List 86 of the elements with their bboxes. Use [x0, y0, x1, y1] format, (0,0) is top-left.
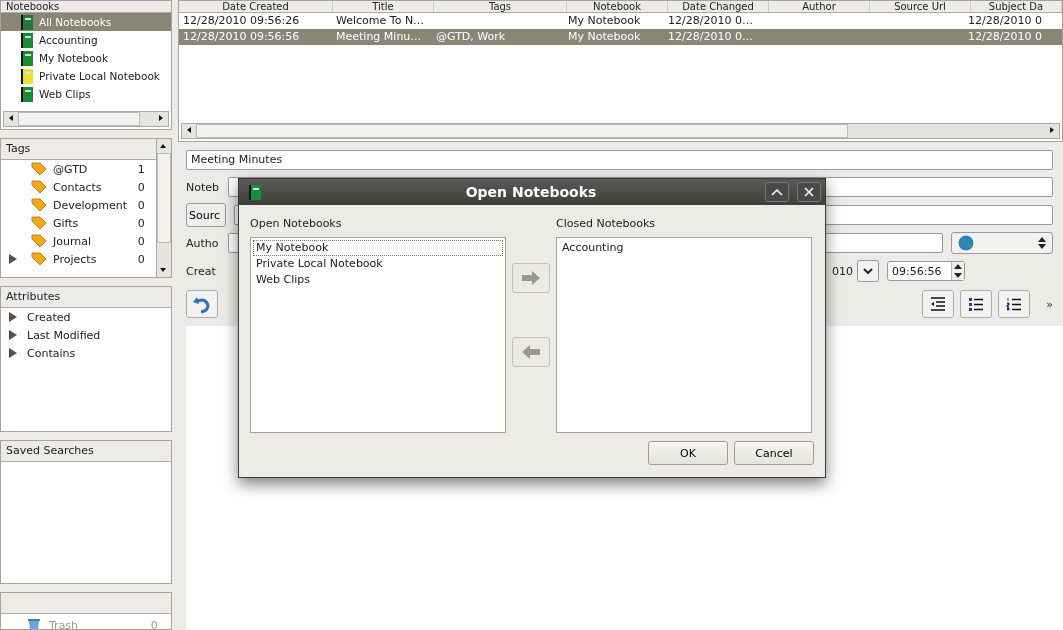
table-cell: Meeting Minu… — [336, 30, 422, 43]
table-cell: @GTD, Work — [436, 30, 506, 43]
column-header[interactable]: Subject Da — [971, 1, 1062, 12]
notebook-item[interactable]: Private Local Notebook — [1, 67, 171, 85]
more-tools-button[interactable]: » — [1046, 297, 1053, 311]
column-header[interactable]: Author — [769, 1, 870, 12]
trash-icon — [27, 618, 41, 629]
tag-icon — [31, 234, 47, 248]
list-label: Closed Notebooks — [556, 217, 657, 231]
arrow-left-icon — [521, 344, 541, 360]
tag-item[interactable]: Journal 0 — [1, 232, 156, 250]
column-header[interactable]: Notebook — [567, 1, 668, 12]
note-row[interactable]: 12/28/2010 09:56:26 Welcome To N… My Notebook 12/28/2010 0… 12/28/2010 0 — [179, 13, 1062, 29]
globe-icon — [958, 235, 974, 251]
attribute-item[interactable]: Contains — [1, 344, 171, 362]
tag-icon — [31, 180, 47, 194]
tag-icon — [31, 198, 47, 212]
notebook-item[interactable]: My Notebook — [1, 49, 171, 67]
tag-icon — [31, 252, 47, 266]
list-item[interactable]: My Notebook — [253, 240, 503, 256]
close-button[interactable] — [797, 182, 821, 202]
table-cell: My Notebook — [568, 14, 641, 27]
spinner-arrows-icon — [954, 263, 962, 279]
attribute-item[interactable]: Created — [1, 308, 171, 326]
horizontal-scrollbar[interactable] — [3, 111, 169, 127]
table-cell: 12/28/2010 0… — [668, 14, 753, 27]
notebook-item[interactable]: Web Clips — [1, 85, 171, 103]
ok-button[interactable]: OK — [648, 441, 728, 465]
panel-header: Tags — [1, 139, 156, 160]
horizontal-scrollbar[interactable] — [181, 123, 1060, 139]
panel-header: Notebooks — [1, 1, 171, 13]
created-label: Creat — [186, 264, 217, 278]
tag-item[interactable]: Contacts 0 — [1, 178, 156, 196]
notebook-label: Noteb — [186, 180, 220, 194]
numbered-list-button[interactable] — [998, 290, 1031, 318]
column-header[interactable]: Title — [333, 1, 434, 12]
chevron-up-icon — [771, 188, 783, 196]
outdent-icon — [930, 297, 947, 311]
outdent-button[interactable] — [922, 290, 955, 318]
table-cell: My Notebook — [568, 30, 641, 43]
notebook-item[interactable]: All Notebooks — [1, 13, 171, 31]
tag-icon — [31, 216, 47, 230]
maximize-button[interactable] — [765, 182, 789, 202]
list-item[interactable]: Web Clips — [253, 272, 503, 288]
tag-item[interactable]: Development 0 — [1, 196, 156, 214]
notebook-icon — [249, 184, 261, 200]
panel-header: Attributes — [1, 287, 171, 308]
date-field[interactable]: 010 — [832, 260, 879, 282]
table-cell: 12/28/2010 0… — [668, 30, 753, 43]
expand-triangle-icon[interactable] — [9, 254, 17, 264]
tag-item[interactable]: @GTD 1 — [1, 160, 156, 178]
arrow-right-icon — [521, 270, 541, 286]
list-item[interactable]: Private Local Notebook — [253, 256, 503, 272]
column-header[interactable]: Source Url — [870, 1, 971, 12]
dropdown-caret-icon — [863, 268, 873, 274]
title-field[interactable]: Meeting Minutes — [186, 150, 1053, 170]
undo-button[interactable] — [186, 290, 218, 318]
cancel-button[interactable]: Cancel — [734, 441, 814, 465]
table-cell: 12/28/2010 0 — [968, 14, 1042, 27]
source-button[interactable]: Sourc — [186, 203, 226, 227]
bullet-list-button[interactable] — [960, 290, 993, 318]
vertical-scrollbar[interactable] — [155, 139, 171, 277]
author-label: Autho — [186, 236, 220, 250]
list-item[interactable]: Accounting — [559, 240, 809, 256]
column-header[interactable]: Date Created — [179, 1, 333, 12]
time-field[interactable]: 09:56:56 — [887, 261, 965, 281]
table-cell: 12/28/2010 09:56:26 — [183, 14, 300, 27]
table-cell: Welcome To N… — [336, 14, 425, 27]
column-header[interactable]: Date Changed — [668, 1, 769, 12]
table-cell: 12/28/2010 0 — [968, 30, 1042, 43]
tag-icon — [31, 162, 47, 176]
close-icon — [804, 187, 814, 197]
numbered-list-icon — [1006, 297, 1023, 311]
panel-header: Saved Searches — [1, 441, 171, 462]
language-dropdown[interactable] — [951, 232, 1053, 254]
spinner-arrows-icon — [1038, 237, 1046, 249]
attribute-item[interactable]: Last Modified — [1, 326, 171, 344]
notebook-item[interactable]: Accounting — [1, 31, 171, 49]
tag-item[interactable]: Gifts 0 — [1, 214, 156, 232]
dialog-title: Open Notebooks — [464, 184, 598, 200]
tag-item[interactable]: Projects 0 — [1, 250, 156, 268]
table-cell: 12/28/2010 09:56:56 — [183, 30, 300, 43]
column-header[interactable]: Tags — [434, 1, 567, 12]
note-row[interactable]: 12/28/2010 09:56:56 Meeting Minu… @GTD, Work My Notebook 12/28/2010 0… 12/28/2010 0 — [179, 29, 1062, 45]
list-label: Open Notebooks — [250, 217, 343, 231]
bullet-list-icon — [968, 297, 985, 311]
